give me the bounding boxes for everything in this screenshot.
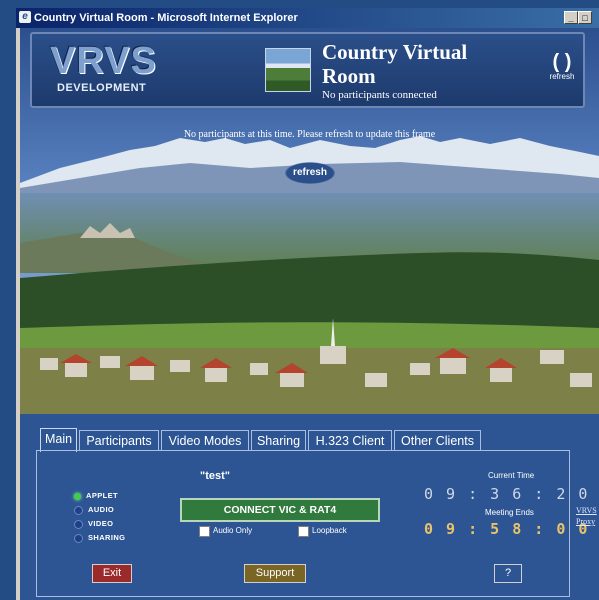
- tab-h323-client[interactable]: H.323 Client: [308, 430, 392, 450]
- led-icon: [74, 533, 83, 543]
- tab-participants[interactable]: Participants: [79, 430, 159, 450]
- refresh-button-label: refresh: [293, 167, 327, 178]
- refresh-icon: ( ): [552, 51, 572, 73]
- header-refresh-button[interactable]: ( ) refresh: [542, 52, 582, 81]
- support-button[interactable]: Support: [244, 564, 306, 583]
- maximize-button[interactable]: □: [578, 11, 592, 24]
- status-audio: AUDIO: [74, 505, 114, 515]
- loopback-label: Loopback: [312, 526, 347, 535]
- meeting-ends-label: Meeting Ends: [485, 508, 534, 517]
- tab-other-clients[interactable]: Other Clients: [394, 430, 481, 450]
- refresh-label: refresh: [549, 72, 575, 81]
- vrvs-proxy-link[interactable]: VRVS Proxy: [576, 505, 597, 527]
- tab-main[interactable]: Main: [40, 428, 77, 452]
- tab-video-modes[interactable]: Video Modes: [161, 430, 249, 450]
- room-thumbnail: [265, 48, 311, 92]
- side-link-line-2: Proxy: [576, 517, 596, 526]
- status-applet: APPLET: [74, 491, 118, 500]
- led-icon: [74, 505, 83, 515]
- refresh-button[interactable]: refresh: [280, 160, 340, 186]
- led-icon: [74, 519, 83, 529]
- ie-icon: e: [19, 11, 31, 23]
- minimize-button[interactable]: _: [564, 11, 578, 24]
- window-title-bar[interactable]: e Country Virtual Room - Microsoft Inter…: [16, 8, 599, 28]
- window-title: Country Virtual Room - Microsoft Interne…: [34, 12, 298, 24]
- status-sharing: SHARING: [74, 533, 125, 543]
- current-time-label: Current Time: [488, 471, 535, 480]
- room-header: VRVS DEVELOPMENT Country Virtual Room No…: [30, 32, 585, 108]
- status-video: VIDEO: [74, 519, 113, 529]
- room-title: Country Virtual Room: [322, 40, 468, 88]
- session-name: "test": [200, 470, 230, 482]
- meeting-ends-value: 0 9 : 5 8 : 0 0: [424, 520, 590, 538]
- tab-sharing[interactable]: Sharing: [251, 430, 306, 450]
- exit-button[interactable]: Exit: [92, 564, 132, 583]
- logo-subtitle: DEVELOPMENT: [57, 82, 147, 94]
- led-icon: [74, 492, 81, 500]
- loopback-checkbox[interactable]: [298, 526, 309, 537]
- vrvs-logo: VRVS: [50, 40, 157, 82]
- audio-only-label: Audio Only: [213, 526, 253, 535]
- connect-button[interactable]: CONNECT VIC & RAT4: [180, 498, 380, 522]
- side-link-line-1: VRVS: [576, 506, 597, 515]
- participants-notice: No participants at this time. Please ref…: [183, 129, 436, 140]
- current-time-value: 0 9 : 3 6 : 2 0: [424, 485, 590, 503]
- room-status: No participants connected: [322, 89, 437, 101]
- audio-only-checkbox[interactable]: [199, 526, 210, 537]
- help-button[interactable]: ?: [494, 564, 522, 583]
